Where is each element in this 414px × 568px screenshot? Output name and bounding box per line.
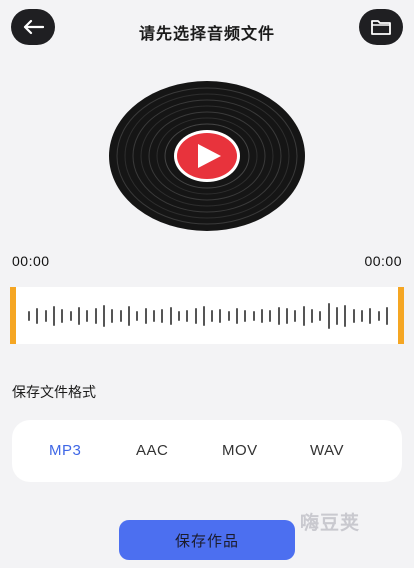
waveform-bar — [144, 307, 147, 324]
waveform-bar — [244, 309, 247, 322]
save-work-button[interactable]: 保存作品 — [119, 520, 295, 560]
format-section-label: 保存文件格式 — [12, 384, 96, 400]
waveform-bar — [319, 310, 322, 321]
format-option-aac[interactable]: AAC — [136, 442, 168, 459]
waveform-bars — [24, 287, 390, 344]
waveform-bar — [61, 308, 64, 323]
waveform-bar — [352, 308, 355, 323]
waveform-bar — [103, 304, 106, 327]
waveform-bar — [327, 302, 330, 329]
format-selector: MP3 AAC MOV WAV — [12, 420, 402, 482]
waveform-bar — [286, 307, 289, 324]
waveform-bar — [377, 310, 380, 321]
waveform-bar — [44, 309, 47, 322]
waveform-bar — [78, 306, 81, 325]
watermark-logo: 嗨豆荚 — [300, 513, 361, 534]
folder-icon — [371, 20, 391, 35]
waveform-bar — [127, 305, 130, 326]
waveform-bar — [169, 306, 172, 325]
waveform-bar — [294, 309, 297, 322]
folder-button[interactable] — [359, 9, 403, 45]
waveform-bar — [236, 307, 239, 324]
waveform-bar — [369, 307, 372, 324]
waveform-bar — [28, 310, 31, 321]
waveform-bar — [385, 306, 388, 325]
format-option-mp3[interactable]: MP3 — [49, 442, 81, 459]
waveform-bar — [344, 304, 347, 327]
waveform-bar — [186, 309, 189, 322]
waveform-bar — [86, 309, 89, 322]
waveform-bar — [219, 308, 222, 323]
format-option-mov[interactable]: MOV — [222, 442, 258, 459]
waveform-bar — [202, 305, 205, 326]
waveform-bar — [94, 307, 97, 324]
waveform-bar — [227, 310, 230, 321]
waveform-bar — [310, 308, 313, 323]
waveform-bar — [53, 305, 56, 326]
format-option-wav[interactable]: WAV — [310, 442, 344, 459]
waveform-bar — [161, 308, 164, 323]
total-time: 00:00 — [364, 253, 402, 269]
trim-handle-start[interactable] — [10, 287, 16, 344]
waveform-bar — [119, 309, 122, 322]
waveform-bar — [277, 306, 280, 325]
waveform-bar — [36, 307, 39, 324]
waveform-bar — [335, 306, 338, 325]
trim-handle-end[interactable] — [398, 287, 404, 344]
waveform-bar — [252, 310, 255, 321]
audio-waveform-trimmer[interactable] — [10, 287, 404, 344]
waveform-bar — [111, 308, 114, 323]
header-bar: 请先选择音频文件 — [0, 0, 414, 60]
waveform-bar — [152, 309, 155, 322]
waveform-bar — [269, 309, 272, 322]
vinyl-record — [108, 80, 306, 232]
waveform-bar — [136, 310, 139, 321]
current-time: 00:00 — [12, 253, 50, 269]
waveform-bar — [69, 310, 72, 321]
page-title: 请先选择音频文件 — [138, 26, 275, 43]
waveform-bar — [177, 310, 180, 321]
waveform-bar — [261, 308, 264, 323]
vinyl-record-icon — [109, 81, 305, 231]
waveform-bar — [194, 307, 197, 324]
waveform-bar — [360, 309, 363, 322]
waveform-bar — [302, 305, 305, 326]
waveform-bar — [211, 309, 214, 322]
